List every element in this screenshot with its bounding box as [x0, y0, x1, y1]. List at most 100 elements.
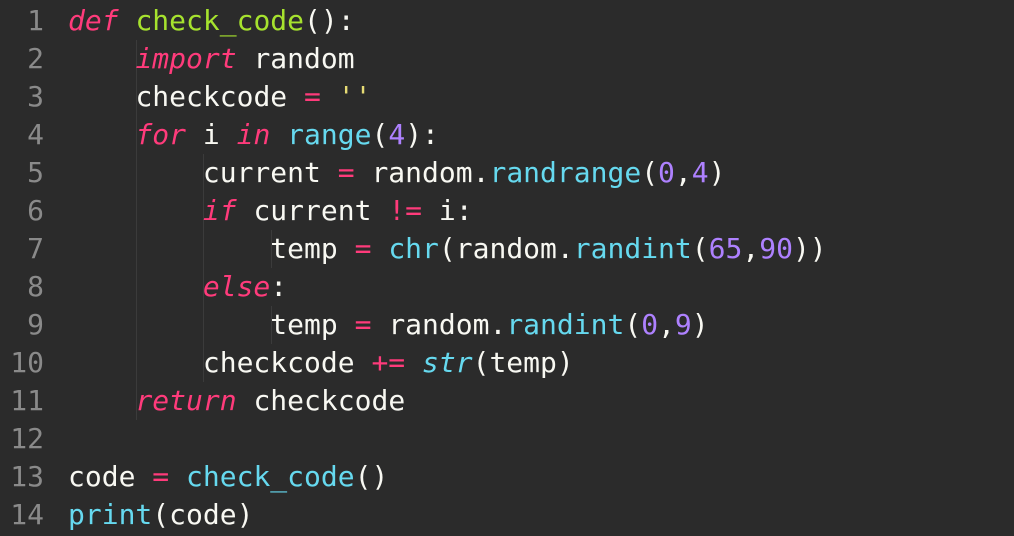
token-num: 0 — [641, 308, 658, 341]
token-pun — [287, 80, 304, 113]
indent-guide — [203, 230, 204, 268]
token-id: temp — [270, 308, 337, 341]
token-num: 0 — [658, 156, 675, 189]
token-pun — [186, 118, 203, 151]
token-id: code — [169, 498, 236, 531]
token-id: checkcode — [253, 384, 405, 417]
token-pun: ) — [692, 308, 709, 341]
line-number: 5 — [0, 154, 44, 192]
token-pun: () — [355, 460, 389, 493]
token-calli: str — [422, 346, 473, 379]
token-kw: import — [135, 42, 236, 75]
token-pun — [169, 460, 186, 493]
code-line[interactable] — [68, 420, 1014, 458]
code-editor[interactable]: 1234567891011121314 def check_code(): im… — [0, 0, 1014, 536]
indent-guide — [136, 344, 137, 382]
code-line[interactable]: print(code) — [68, 496, 1014, 534]
code-line[interactable]: return checkcode — [68, 382, 1014, 420]
line-number: 6 — [0, 192, 44, 230]
token-pun — [321, 80, 338, 113]
indent-guide — [203, 268, 204, 306]
token-pun — [135, 460, 152, 493]
token-call: print — [68, 498, 152, 531]
token-kw: if — [203, 194, 237, 227]
token-op: += — [371, 346, 405, 379]
code-line[interactable]: if current != i: — [68, 192, 1014, 230]
code-line[interactable]: temp = chr(random.randint(65,90)) — [68, 230, 1014, 268]
token-id: random — [371, 156, 472, 189]
token-pun — [68, 118, 135, 151]
token-pun — [68, 308, 270, 341]
code-line[interactable]: for i in range(4): — [68, 116, 1014, 154]
token-pun: . — [489, 308, 506, 341]
indent-guide — [203, 154, 204, 192]
line-number: 10 — [0, 344, 44, 382]
line-number: 11 — [0, 382, 44, 420]
token-pun: . — [473, 156, 490, 189]
token-call: chr — [388, 232, 439, 265]
token-pun: ) — [237, 498, 254, 531]
token-op: = — [355, 308, 372, 341]
token-pun — [355, 346, 372, 379]
token-pun: ( — [641, 156, 658, 189]
token-op: = — [304, 80, 321, 113]
token-pun: ( — [624, 308, 641, 341]
token-op: = — [152, 460, 169, 493]
token-kw: in — [237, 118, 271, 151]
token-pun: ) — [709, 156, 726, 189]
token-pun: , — [742, 232, 759, 265]
indent-guide — [136, 192, 137, 230]
indent-guide — [136, 116, 137, 154]
token-pun: . — [557, 232, 574, 265]
code-line[interactable]: checkcode = '' — [68, 78, 1014, 116]
token-pun — [338, 232, 355, 265]
token-pun — [237, 42, 254, 75]
token-pun: ( — [692, 232, 709, 265]
token-pun — [371, 194, 388, 227]
indent-guide — [136, 78, 137, 116]
token-call: randint — [506, 308, 624, 341]
code-line[interactable]: else: — [68, 268, 1014, 306]
token-pun — [68, 42, 135, 75]
token-pun — [422, 194, 439, 227]
token-pun — [68, 232, 270, 265]
code-line[interactable]: temp = random.randint(0,9) — [68, 306, 1014, 344]
indent-guide — [271, 306, 272, 344]
token-num: 4 — [388, 118, 405, 151]
line-number: 13 — [0, 458, 44, 496]
token-id: current — [203, 156, 321, 189]
token-call: range — [287, 118, 371, 151]
token-id: random — [388, 308, 489, 341]
line-number: 3 — [0, 78, 44, 116]
line-number: 14 — [0, 496, 44, 534]
code-line[interactable]: import random — [68, 40, 1014, 78]
token-pun — [237, 384, 254, 417]
token-pun: ( — [439, 232, 456, 265]
code-line[interactable]: code = check_code() — [68, 458, 1014, 496]
token-id: i — [203, 118, 220, 151]
code-line[interactable]: checkcode += str(temp) — [68, 344, 1014, 382]
token-pun: )) — [793, 232, 827, 265]
token-num: 4 — [692, 156, 709, 189]
token-op: != — [388, 194, 422, 227]
token-call: randrange — [489, 156, 641, 189]
indent-guide — [136, 230, 137, 268]
indent-guide — [136, 40, 137, 78]
token-pun — [355, 156, 372, 189]
code-line[interactable]: def check_code(): — [68, 2, 1014, 40]
token-pun: : — [270, 270, 287, 303]
indent-guide — [136, 306, 137, 344]
token-pun — [270, 118, 287, 151]
indent-guide — [203, 306, 204, 344]
code-line[interactable]: current = random.randrange(0,4) — [68, 154, 1014, 192]
line-number: 9 — [0, 306, 44, 344]
indent-guide — [203, 344, 204, 382]
token-id: checkcode — [135, 80, 287, 113]
line-number-gutter: 1234567891011121314 — [0, 0, 56, 536]
code-area[interactable]: def check_code(): import random checkcod… — [56, 0, 1014, 536]
token-num: 90 — [759, 232, 793, 265]
token-pun: ( — [473, 346, 490, 379]
line-number: 12 — [0, 420, 44, 458]
token-pun — [119, 4, 136, 37]
token-id: random — [253, 42, 354, 75]
